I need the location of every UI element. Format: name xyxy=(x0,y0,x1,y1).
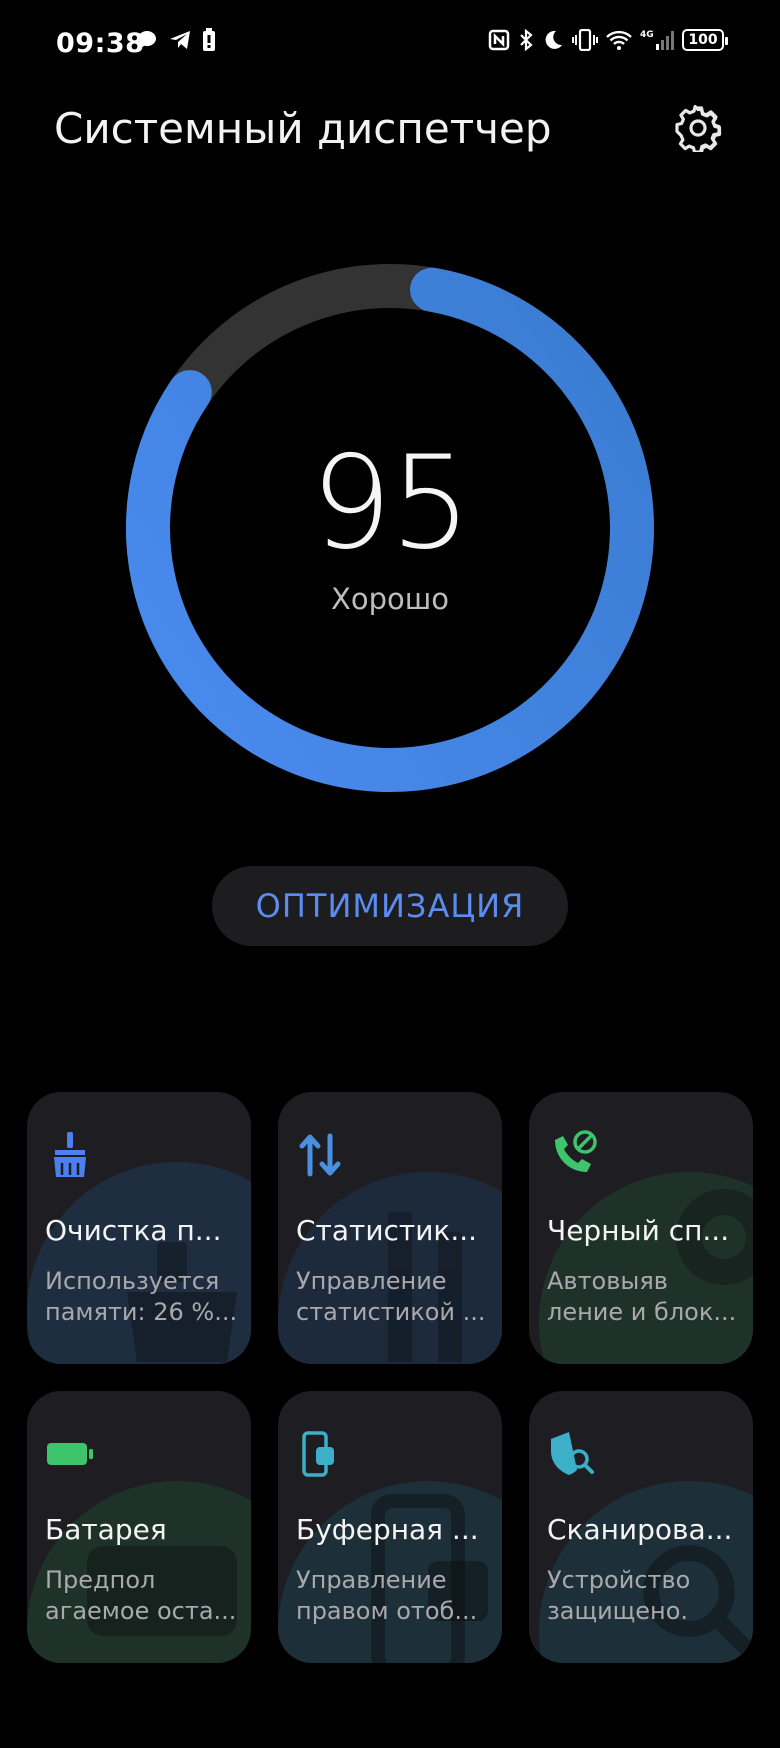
tile-subtitle-line: ление и блок... xyxy=(547,1298,737,1326)
tile-subtitle-line: памяти: 26 %... xyxy=(45,1298,238,1326)
tile-battery[interactable]: Батарея Предпол агаемое оста... xyxy=(27,1391,251,1663)
tile-title: Батарея xyxy=(45,1513,167,1546)
tile-cleanup[interactable]: Очистка п... Используется памяти: 26 %..… xyxy=(27,1092,251,1364)
tile-subtitle-line: защищено. xyxy=(547,1597,689,1625)
tile-title: Сканирова... xyxy=(547,1513,733,1546)
tile-subtitle-line: Устройство xyxy=(547,1566,691,1594)
tile-subtitle-line: правом отоб... xyxy=(296,1597,478,1625)
tile-subtitle-line: Используется xyxy=(45,1267,220,1295)
status-bar: 09:38 4G 100 xyxy=(0,0,780,88)
tile-title: Буферная ... xyxy=(296,1513,479,1546)
tile-subtitle: Предпол агаемое оста... xyxy=(45,1565,241,1627)
tile-blacklist[interactable]: Черный сп... Автовыяв ление и блок... xyxy=(529,1092,753,1364)
broom-icon xyxy=(54,1132,86,1177)
tile-subtitle: Используется памяти: 26 %... xyxy=(45,1266,241,1328)
bluetooth-icon xyxy=(520,28,533,52)
nfc-icon xyxy=(488,29,510,51)
battery-icon: 100 xyxy=(682,29,728,51)
tile-subtitle-line: Автовыяв xyxy=(547,1267,668,1295)
tile-subtitle: Автовыяв ление и блок... xyxy=(547,1266,743,1328)
optimize-button[interactable]: ОПТИМИЗАЦИЯ xyxy=(212,866,568,946)
tile-subtitle-line: Предпол xyxy=(45,1566,156,1594)
tile-subtitle: Устройство защищено. xyxy=(547,1565,743,1627)
tile-title: Черный сп... xyxy=(547,1214,730,1247)
vibrate-icon xyxy=(572,29,598,51)
data-arrows-icon xyxy=(299,1133,341,1177)
tile-subtitle-line: статистикой ... xyxy=(296,1298,486,1326)
page-title: Системный диспетчер xyxy=(54,104,552,153)
tile-subtitle: Управление статистикой ... xyxy=(296,1266,492,1328)
tile-title: Статистик... xyxy=(296,1214,478,1247)
tile-clipboard[interactable]: Буферная ... Управление правом отоб... xyxy=(278,1391,502,1663)
tile-subtitle-line: Управление xyxy=(296,1566,447,1594)
status-time: 09:38 xyxy=(56,28,145,59)
tile-subtitle: Управление правом отоб... xyxy=(296,1565,492,1627)
message-icon xyxy=(138,31,156,48)
tile-subtitle-line: Управление xyxy=(296,1267,447,1295)
svg-text:4G: 4G xyxy=(640,30,654,40)
tile-data-usage[interactable]: Статистик... Управление статистикой ... xyxy=(278,1092,502,1364)
tile-subtitle-line: агаемое оста... xyxy=(45,1597,237,1625)
battery-saver-icon xyxy=(203,28,215,51)
telegram-icon xyxy=(170,31,190,49)
tile-title: Очистка п... xyxy=(45,1214,222,1247)
shield-search-icon xyxy=(551,1432,594,1475)
wifi-icon xyxy=(606,30,632,50)
health-score-value: 95 xyxy=(310,429,472,578)
blocked-call-icon xyxy=(555,1130,597,1172)
signal-icon: 4G xyxy=(640,30,674,50)
health-score-label: Хорошо xyxy=(330,582,450,616)
moon-icon xyxy=(545,30,562,49)
clipboard-phone-icon xyxy=(302,1431,334,1477)
tile-security-scan[interactable]: Сканирова... Устройство защищено. xyxy=(529,1391,753,1663)
gear-icon[interactable] xyxy=(674,104,722,152)
battery-icon xyxy=(47,1443,93,1465)
